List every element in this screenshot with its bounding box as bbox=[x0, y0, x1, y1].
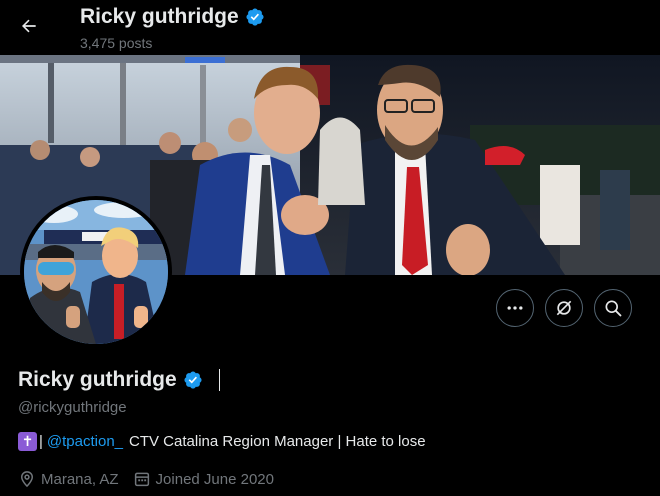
latin-cross-icon: ✝ bbox=[18, 432, 37, 451]
verified-badge-icon[interactable] bbox=[183, 370, 203, 390]
more-dots-icon bbox=[507, 306, 523, 310]
joined-text: Joined June 2020 bbox=[155, 470, 274, 488]
bio-mention-link[interactable]: @tpaction_ bbox=[47, 433, 123, 450]
profile-meta: Marana, AZ Joined June 2020 bbox=[18, 470, 288, 488]
avatar[interactable] bbox=[20, 196, 172, 348]
more-button[interactable] bbox=[496, 289, 534, 327]
post-count: 3,475 posts bbox=[80, 35, 153, 51]
grok-icon bbox=[556, 300, 572, 316]
header-display-name: Ricky guthridge bbox=[80, 5, 239, 28]
arrow-left-icon bbox=[22, 19, 36, 33]
verified-badge-icon bbox=[246, 8, 264, 26]
joined-item: Joined June 2020 bbox=[133, 470, 274, 488]
location-text: Marana, AZ bbox=[41, 470, 119, 488]
profile-bio: ✝ | @tpaction_ CTV Catalina Region Manag… bbox=[18, 432, 426, 451]
top-bar: Ricky guthridge 3,475 posts bbox=[0, 0, 660, 54]
bio-separator: | bbox=[39, 433, 43, 450]
search-button[interactable] bbox=[594, 289, 632, 327]
text-cursor bbox=[218, 369, 220, 391]
calendar-icon bbox=[134, 472, 149, 487]
back-button[interactable] bbox=[12, 9, 46, 43]
location-item: Marana, AZ bbox=[18, 470, 119, 488]
location-pin-icon bbox=[20, 471, 34, 488]
profile-name: Ricky guthridge bbox=[18, 368, 220, 392]
search-icon bbox=[605, 300, 622, 317]
grok-button[interactable] bbox=[545, 289, 583, 327]
bio-text: CTV Catalina Region Manager | Hate to lo… bbox=[129, 433, 426, 450]
profile-handle: @rickyguthridge bbox=[18, 399, 127, 416]
profile-display-name: Ricky guthridge bbox=[18, 368, 177, 391]
header-title: Ricky guthridge bbox=[80, 5, 265, 29]
